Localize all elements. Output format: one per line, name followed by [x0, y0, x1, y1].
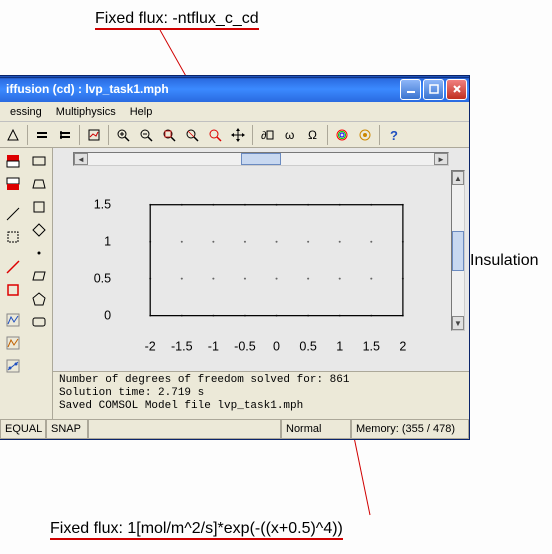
- rainbow-icon[interactable]: [331, 124, 353, 146]
- hscroll-left[interactable]: ◄: [74, 153, 88, 165]
- menubar: essing Multiphysics Help: [0, 102, 469, 122]
- menu-processing[interactable]: essing: [4, 104, 48, 120]
- window-title: iffusion (cd) : lvp_task1.mph: [6, 82, 400, 96]
- plot-icon[interactable]: [83, 124, 105, 146]
- plot-area[interactable]: ◄ ► ▲ ▼ -2 -1.5 -1 -0.5 0 0.5 1 1.5 2 0 0.5 1 1.5: [53, 148, 469, 371]
- titlebar[interactable]: iffusion (cd) : lvp_task1.mph: [0, 76, 469, 102]
- help-icon[interactable]: ?: [383, 124, 405, 146]
- app-window: iffusion (cd) : lvp_task1.mph essing Mul…: [0, 75, 470, 440]
- move-icon[interactable]: [227, 124, 249, 146]
- svg-text:1: 1: [336, 339, 343, 353]
- left-toolbars: [0, 148, 53, 419]
- select-box-icon[interactable]: [2, 226, 24, 248]
- red-line-tool-icon[interactable]: [2, 256, 24, 278]
- minimize-button[interactable]: [400, 79, 421, 100]
- hscroll-thumb[interactable]: [241, 153, 281, 165]
- zoom-extent-icon[interactable]: [158, 124, 180, 146]
- rect-shape-icon[interactable]: [28, 150, 50, 172]
- svg-text:-2: -2: [145, 339, 156, 353]
- statusbar: EQUAL SNAP Normal Memory: (355 / 478): [0, 419, 469, 439]
- zoom-out-icon[interactable]: [135, 124, 157, 146]
- omega-small-icon[interactable]: ω: [279, 124, 301, 146]
- polygon-icon[interactable]: [28, 219, 50, 241]
- graph-tool1-icon[interactable]: [2, 309, 24, 331]
- svg-text:0: 0: [273, 339, 280, 353]
- vscroll-up[interactable]: ▲: [452, 171, 464, 185]
- boundary-icon[interactable]: ∂: [256, 124, 278, 146]
- rounded-rect-icon[interactable]: [28, 311, 50, 333]
- annotation-right: Insulation: [470, 252, 539, 270]
- svg-text:1.5: 1.5: [363, 339, 380, 353]
- target-icon[interactable]: [354, 124, 376, 146]
- status-snap[interactable]: SNAP: [46, 420, 88, 439]
- svg-text:-1: -1: [208, 339, 219, 353]
- trapezoid-icon[interactable]: [28, 173, 50, 195]
- svg-text:1: 1: [104, 234, 111, 248]
- vtoolbar-2: [26, 148, 52, 419]
- annotation-top: Fixed flux: -ntflux_c_cd: [95, 10, 259, 30]
- graph-tool2-icon[interactable]: [2, 332, 24, 354]
- svg-text:0.5: 0.5: [299, 339, 316, 353]
- status-memory: Memory: (355 / 478): [351, 420, 469, 439]
- not-equals-icon[interactable]: [54, 124, 76, 146]
- plot-hscroll[interactable]: ◄ ►: [73, 152, 449, 166]
- maximize-button[interactable]: [423, 79, 444, 100]
- red-square-top-icon[interactable]: [2, 150, 24, 172]
- status-equal[interactable]: EQUAL: [0, 420, 46, 439]
- red-square-bottom-icon[interactable]: [2, 173, 24, 195]
- vscroll-thumb[interactable]: [452, 231, 464, 271]
- tool-triangle-icon[interactable]: [2, 124, 24, 146]
- svg-text:-1.5: -1.5: [171, 339, 193, 353]
- svg-text:∂: ∂: [261, 130, 267, 142]
- log-panel: Number of degrees of freedom solved for:…: [53, 371, 469, 419]
- plot-vscroll[interactable]: ▲ ▼: [451, 170, 465, 331]
- chart: -2 -1.5 -1 -0.5 0 0.5 1 1.5 2 0 0.5 1 1.5: [71, 170, 447, 358]
- status-mode: Normal: [281, 420, 351, 439]
- vtoolbar-1: [0, 148, 26, 419]
- svg-text:0.5: 0.5: [94, 271, 111, 285]
- zoom-in-icon[interactable]: [112, 124, 134, 146]
- svg-text:ω: ω: [285, 128, 294, 142]
- hscroll-right[interactable]: ►: [434, 153, 448, 165]
- menu-multiphysics[interactable]: Multiphysics: [50, 104, 122, 120]
- vscroll-down[interactable]: ▼: [452, 316, 464, 330]
- svg-text:1.5: 1.5: [94, 197, 111, 211]
- zoom-window-icon[interactable]: [181, 124, 203, 146]
- main-toolbar: ∂ ω Ω ?: [0, 122, 469, 148]
- plot-panel: ◄ ► ▲ ▼ -2 -1.5 -1 -0.5 0 0.5 1 1.5 2 0 0.5 1 1.5 Nu…: [53, 148, 469, 419]
- menu-help[interactable]: Help: [124, 104, 159, 120]
- square-icon[interactable]: [28, 196, 50, 218]
- annotation-bottom: Fixed flux: 1[mol/m^2/s]*exp(-((x+0.5)^4…: [50, 520, 343, 540]
- svg-text:0: 0: [104, 308, 111, 322]
- svg-text:?: ?: [390, 128, 398, 142]
- line-tool-icon[interactable]: [2, 203, 24, 225]
- zoom-select-icon[interactable]: [204, 124, 226, 146]
- red-rect-tool-icon[interactable]: [2, 279, 24, 301]
- parallelogram-icon[interactable]: [28, 265, 50, 287]
- pentagon-icon[interactable]: [28, 288, 50, 310]
- status-empty: [88, 420, 281, 439]
- svg-text:2: 2: [399, 339, 406, 353]
- svg-text:-0.5: -0.5: [234, 339, 256, 353]
- svg-text:Ω: Ω: [308, 128, 317, 142]
- omega-large-icon[interactable]: Ω: [302, 124, 324, 146]
- point-icon[interactable]: [28, 242, 50, 264]
- equals-icon[interactable]: [31, 124, 53, 146]
- close-button[interactable]: [446, 79, 467, 100]
- graph-tool3-icon[interactable]: [2, 355, 24, 377]
